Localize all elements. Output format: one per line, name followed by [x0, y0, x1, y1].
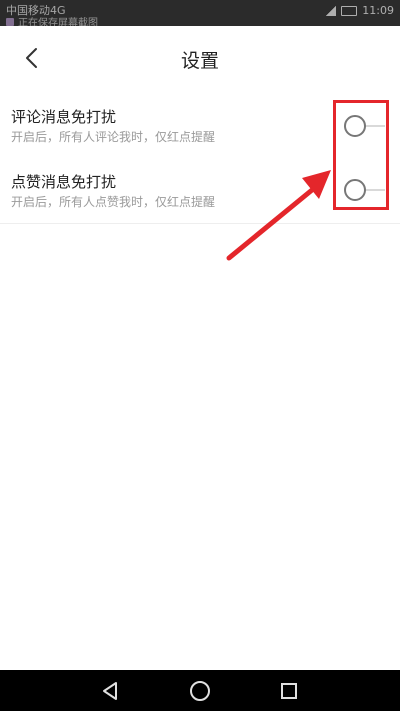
setting-description: 开启后，所有人评论我时，仅红点提醒: [11, 130, 216, 144]
page-title: 设置: [180, 50, 219, 72]
home-circle-icon: [190, 681, 210, 701]
header: 设置: [0, 26, 400, 90]
nav-back-button[interactable]: [98, 678, 124, 704]
like-dnd-toggle[interactable]: [341, 178, 387, 202]
toggle-knob: [344, 115, 366, 137]
screenshot-icon: [6, 17, 14, 26]
setting-row-like-dnd: 点赞消息免打扰 开启后，所有人点赞我时，仅红点提醒: [0, 158, 400, 224]
setting-title: 点赞消息免打扰: [11, 173, 117, 191]
setting-description: 开启后，所有人点赞我时，仅红点提醒: [11, 195, 216, 209]
nav-bar: [0, 670, 400, 711]
clock-text: 11:09: [362, 4, 394, 17]
setting-title: 评论消息免打扰: [11, 108, 117, 126]
comment-dnd-toggle[interactable]: [341, 114, 387, 138]
setting-row-comment-dnd: 评论消息免打扰 开启后，所有人评论我时，仅红点提醒: [0, 93, 400, 159]
toggle-knob: [344, 179, 366, 201]
screen: 中国移动4G 正在保存屏幕截图 11:09 设置 评论消息免打扰 开启后，所有人…: [0, 0, 400, 711]
status-right: 11:09: [326, 4, 394, 17]
recent-square-icon: [281, 683, 297, 699]
nav-recent-button[interactable]: [276, 678, 302, 704]
status-bar: 中国移动4G 正在保存屏幕截图 11:09: [0, 0, 400, 29]
battery-icon: [341, 5, 358, 16]
nav-home-button[interactable]: [187, 678, 213, 704]
back-triangle-icon: [103, 682, 117, 700]
signal-icon: [326, 5, 337, 16]
